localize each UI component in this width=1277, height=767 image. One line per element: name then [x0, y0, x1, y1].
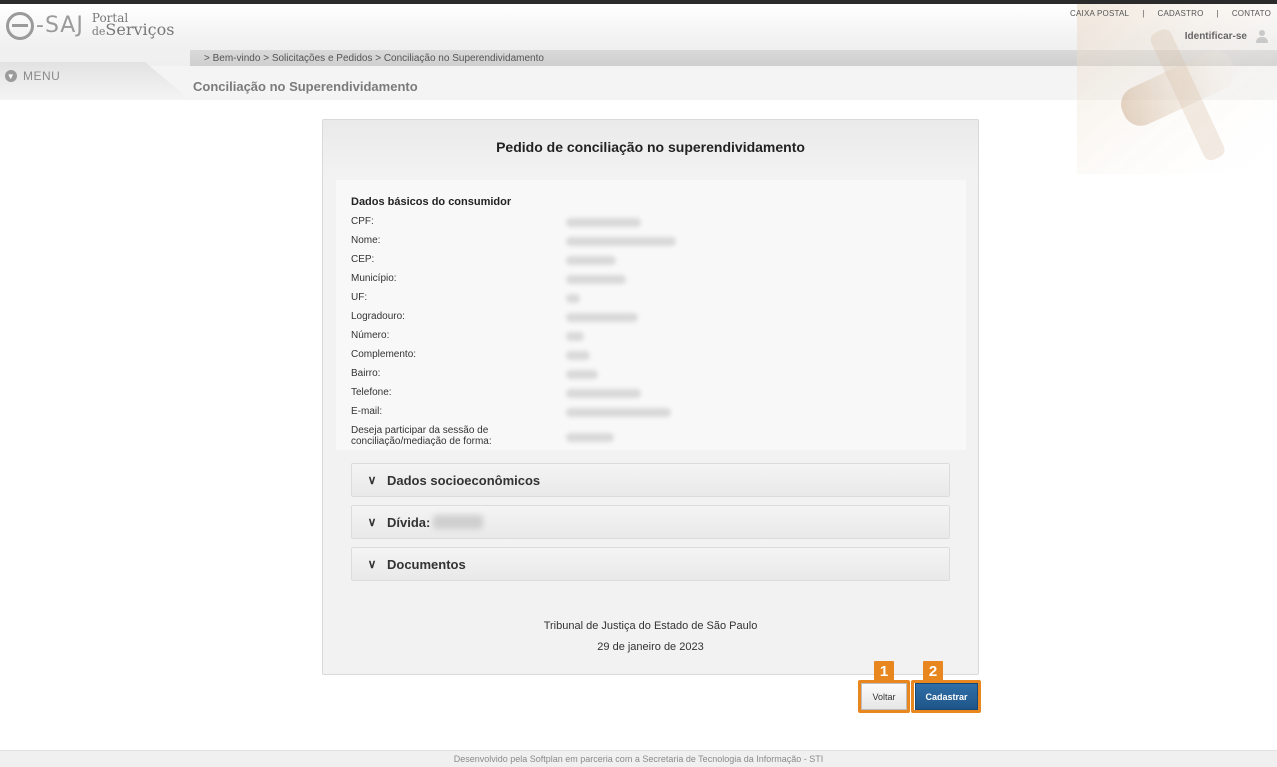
- field-label-numero: Número:: [351, 330, 390, 341]
- chevron-down-icon: ∨: [367, 473, 377, 487]
- field-value-redacted: [566, 294, 580, 303]
- field-label-nome: Nome:: [351, 235, 381, 246]
- field-value-redacted: [566, 351, 590, 360]
- logo-portal-servicos: Serviços: [105, 20, 175, 39]
- logo-portal-de: de: [91, 25, 106, 38]
- breadcrumb: > Bem-vindo > Solicitações e Pedidos > C…: [204, 53, 544, 64]
- breadcrumb-item-current: > Conciliação no Superendividamento: [375, 53, 544, 64]
- page-title: Conciliação no Superendividamento: [193, 79, 418, 94]
- esaj-logo[interactable]: -SAJ Portal deServiços: [6, 12, 174, 46]
- user-icon[interactable]: [1255, 29, 1269, 43]
- back-button[interactable]: Voltar: [861, 683, 907, 710]
- menu-toggle[interactable]: ▼ MENU: [5, 69, 60, 83]
- form-date: 29 de janeiro de 2023: [597, 641, 704, 653]
- top-links: CAIXA POSTAL | CADASTRO | CONTATO: [1070, 9, 1271, 18]
- identify-link[interactable]: Identificar-se: [1185, 31, 1247, 42]
- court-name: Tribunal de Justiça do Estado de São Pau…: [543, 620, 758, 632]
- callout-badge-2: 2: [923, 661, 943, 681]
- link-separator: |: [1216, 9, 1219, 18]
- logo-saj-text: -SAJ: [36, 13, 84, 38]
- accordion-label: Documentos: [387, 556, 466, 572]
- field-value-redacted: [566, 275, 626, 284]
- field-label-forma-participacao: Deseja participar da sessão de conciliaç…: [351, 425, 492, 447]
- form-panel: Pedido de conciliação no superendividame…: [322, 119, 979, 675]
- field-label-complemento: Complemento:: [351, 349, 417, 360]
- logo-e-mark: [6, 12, 34, 40]
- field-value-redacted: [566, 237, 676, 246]
- accordion-divida[interactable]: ∨ Dívida:: [351, 505, 950, 539]
- field-value-redacted: [566, 218, 641, 227]
- field-value-redacted: [566, 389, 641, 398]
- field-value-redacted: [566, 332, 584, 341]
- logo-portal-line2: deServiços: [91, 22, 175, 38]
- menu-label: MENU: [23, 69, 61, 83]
- breadcrumb-item-solicitacoes[interactable]: > Solicitações e Pedidos: [263, 53, 372, 64]
- link-separator: |: [1142, 9, 1145, 18]
- section-title: Dados básicos do consumidor: [351, 196, 512, 208]
- field-label-municipio: Município:: [351, 273, 397, 284]
- field-label-email: E-mail:: [351, 406, 383, 417]
- field-label-cpf: CPF:: [351, 216, 374, 227]
- chevron-down-icon: ▼: [5, 70, 17, 82]
- field-label-uf: UF:: [351, 292, 368, 303]
- header-band: [0, 66, 1277, 100]
- divida-value-redacted: [433, 515, 484, 529]
- field-label-telefone: Telefone:: [351, 387, 392, 398]
- callout-badge-1: 1: [874, 661, 894, 681]
- site-footer: Desenvolvido pela Softplan em parceria c…: [0, 750, 1277, 767]
- logo-portal-text: Portal deServiços: [92, 12, 175, 38]
- chevron-down-icon: ∨: [367, 515, 377, 529]
- form-title: Pedido de conciliação no superendividame…: [496, 139, 805, 155]
- chevron-down-icon: ∨: [367, 557, 377, 571]
- field-value-redacted: [566, 313, 638, 322]
- field-value-redacted: [566, 256, 616, 265]
- field-value-redacted: [566, 408, 671, 417]
- breadcrumb-item-bem-vindo[interactable]: > Bem-vindo: [204, 53, 260, 64]
- field-value-redacted: [566, 433, 614, 442]
- accordion-label: Dívida:: [387, 514, 431, 530]
- submit-button[interactable]: Cadastrar: [915, 683, 978, 710]
- field-value-redacted: [566, 370, 598, 379]
- link-contato[interactable]: CONTATO: [1232, 9, 1271, 18]
- field-label-cep: CEP:: [351, 254, 375, 265]
- link-cadastro[interactable]: CADASTRO: [1157, 9, 1203, 18]
- field-label-bairro: Bairro:: [351, 368, 381, 379]
- accordion-dados-socioeconomicos[interactable]: ∨ Dados socioeconômicos: [351, 463, 950, 497]
- accordion-label: Dados socioeconômicos: [387, 472, 541, 488]
- accordion-documentos[interactable]: ∨ Documentos: [351, 547, 950, 581]
- field-label-logradouro: Logradouro:: [351, 311, 405, 322]
- link-caixa-postal[interactable]: CAIXA POSTAL: [1070, 9, 1129, 18]
